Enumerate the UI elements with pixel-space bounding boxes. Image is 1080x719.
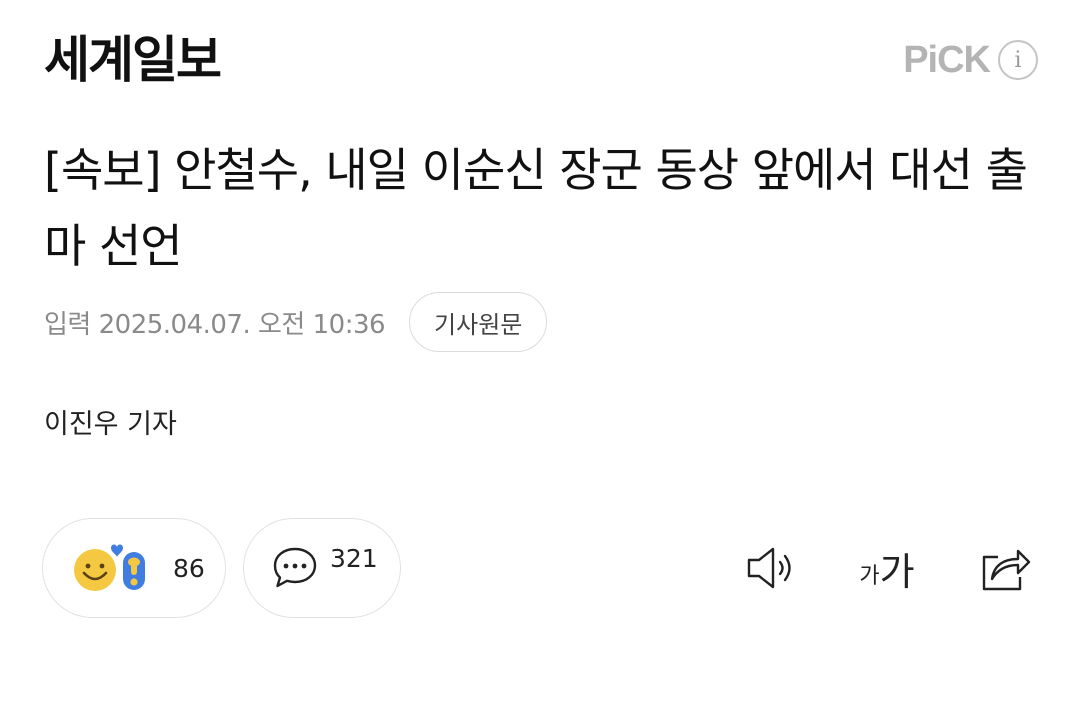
share-icon (982, 549, 1031, 591)
info-icon[interactable]: i (998, 40, 1038, 80)
reaction-emoji-icon (74, 544, 145, 591)
reaction-count: 86 (173, 553, 205, 583)
font-size-button[interactable]: 가 가 (852, 540, 922, 596)
speaker-icon (747, 547, 791, 589)
publish-date: 입력 2025.04.07. 오전 10:36 (44, 309, 386, 340)
pick-badge: PiCK i (903, 38, 1038, 82)
reporter-byline: 이진우 기자 (44, 409, 177, 440)
article-meta: 입력 2025.04.07. 오전 10:36 기사원문 (44, 292, 548, 352)
comment-count: 321 (330, 543, 378, 573)
pick-label: PiCK (903, 39, 991, 81)
article-header: 세계일보 PiCK i (0, 0, 1080, 110)
article-action-bar: 86 321 가 가 (0, 518, 1080, 618)
article-title: [속보] 안철수, 내일 이순신 장군 동상 앞에서 대선 출마 선언 (44, 143, 1028, 273)
comment-icon (273, 547, 317, 588)
font-size-large-glyph: 가 (879, 549, 915, 594)
comment-button[interactable]: 321 (243, 518, 401, 618)
info-glyph: i (1014, 47, 1022, 73)
original-article-button[interactable]: 기사원문 (409, 292, 548, 352)
font-size-small-glyph: 가 (859, 564, 880, 589)
reaction-button[interactable]: 86 (42, 518, 226, 618)
read-aloud-button[interactable] (744, 540, 800, 596)
press-logo[interactable]: 세계일보 (44, 28, 222, 92)
share-button[interactable] (976, 540, 1034, 596)
